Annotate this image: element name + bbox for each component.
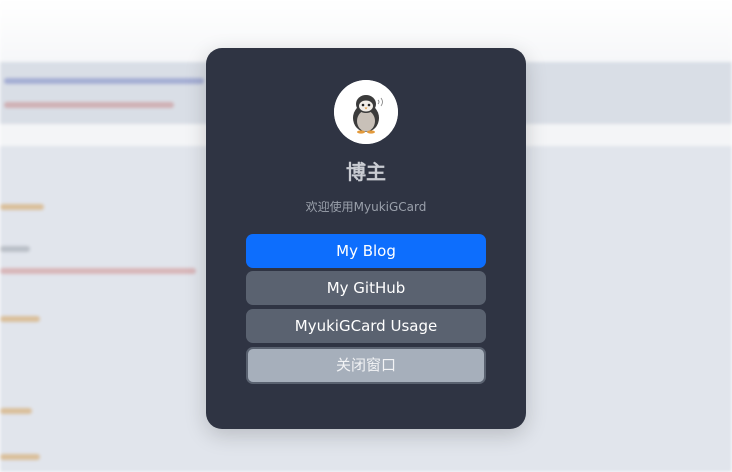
penguin-avatar-icon [334,80,398,144]
my-github-button[interactable]: My GitHub [246,271,486,305]
card-subtitle: 欢迎使用MyukiGCard [305,200,427,214]
background-text-line [0,454,40,460]
my-blog-button[interactable]: My Blog [246,234,486,268]
background-text-line [0,408,32,414]
background-text-line [0,268,196,274]
penguin-avatar-icon [334,80,398,144]
background-text-line [4,78,204,84]
background-text-line [4,102,174,108]
background-text-line [0,316,40,322]
close-window-button[interactable]: 关闭窗口 [246,347,486,384]
card-title: 博主 [346,160,386,184]
background-text-line [0,204,44,210]
background-text-line [0,246,30,252]
profile-card-modal: 博主 欢迎使用MyukiGCard My Blog My GitHub Myuk… [206,48,526,429]
usage-button[interactable]: MyukiGCard Usage [246,309,486,343]
